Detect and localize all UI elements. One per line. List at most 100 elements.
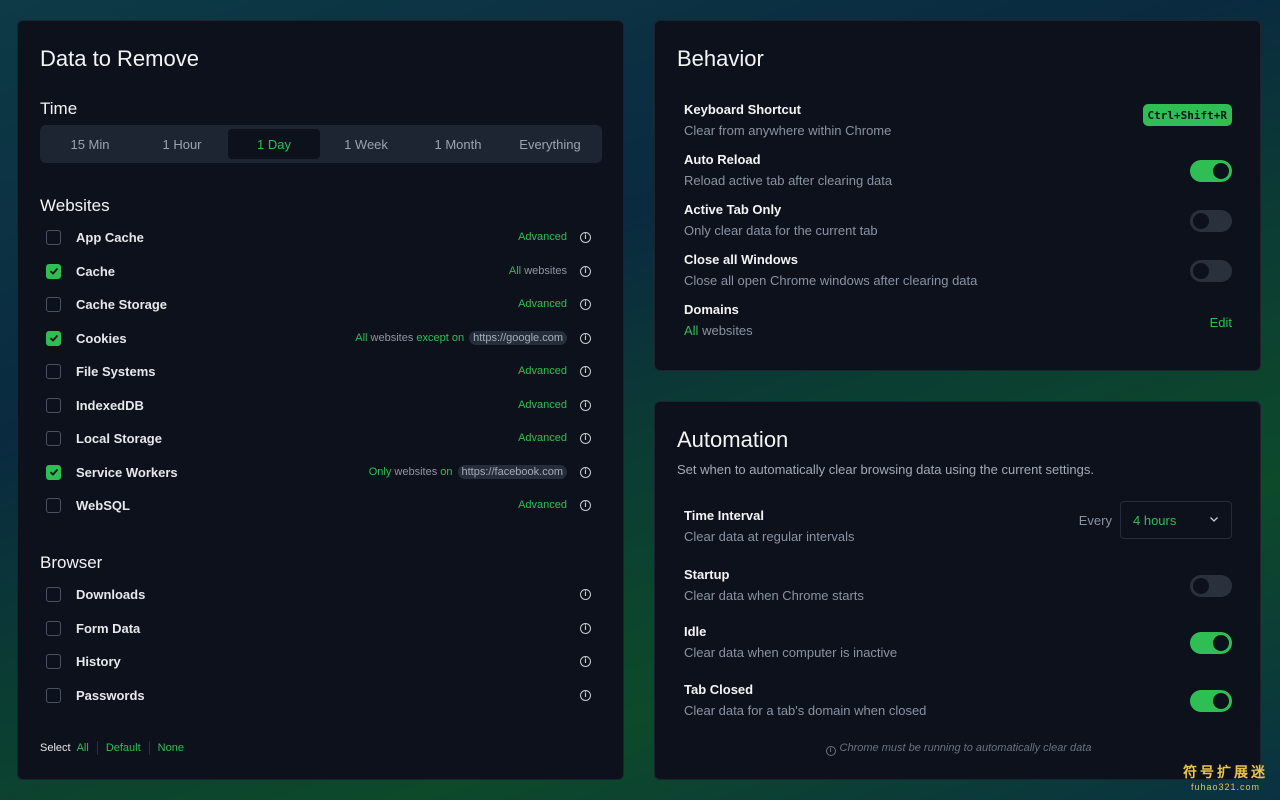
checkbox[interactable] — [46, 464, 61, 480]
checkbox[interactable] — [46, 330, 61, 346]
time-option-15-min[interactable]: 15 Min — [44, 129, 136, 159]
time-section-title: Time — [40, 99, 78, 118]
advanced-link[interactable]: Advanced — [518, 231, 567, 243]
time-option-1-day[interactable]: 1 Day — [228, 129, 320, 159]
checkbox[interactable] — [46, 229, 61, 245]
automation-note: i Chrome must be running to automatically… — [655, 742, 1262, 756]
website-item-indexeddb[interactable]: IndexedDB Advanced i — [46, 393, 591, 417]
data-to-remove-panel: Data to Remove Time 15 Min 1 Hour 1 Day … — [17, 20, 624, 780]
watermark-cn: 符号扩展迷 — [1183, 765, 1268, 781]
setting-startup: Startup Clear data when Chrome starts — [684, 567, 1232, 603]
browser-item-history[interactable]: History i — [46, 649, 591, 673]
time-range-selector: 15 Min 1 Hour 1 Day 1 Week 1 Month Every… — [40, 125, 602, 163]
scope-qualifier: on — [440, 466, 453, 478]
website-item-websql[interactable]: WebSQL Advanced i — [46, 493, 591, 517]
website-item-cache[interactable]: Cache All websites i — [46, 259, 591, 283]
setting-desc: Clear data when Chrome starts — [684, 588, 864, 603]
shortcut-key-badge[interactable]: Ctrl+Shift+R — [1142, 104, 1232, 126]
check-icon — [49, 468, 58, 476]
select-default-link[interactable]: Default — [98, 742, 149, 754]
scope-keyword: All — [355, 332, 368, 344]
website-item-local-storage[interactable]: Local Storage Advanced i — [46, 426, 591, 450]
select-none-link[interactable]: None — [150, 742, 192, 754]
info-icon[interactable]: i — [580, 466, 591, 478]
checkbox[interactable] — [46, 296, 61, 312]
interval-select[interactable]: 4 hours — [1120, 501, 1232, 539]
info-icon[interactable]: i — [580, 622, 591, 634]
browser-section-title: Browser — [40, 553, 103, 572]
info-icon[interactable]: i — [580, 298, 591, 310]
note-text: Chrome must be running to automatically … — [839, 742, 1092, 754]
setting-desc: Close all open Chrome windows after clea… — [684, 273, 978, 288]
item-label: Passwords — [76, 687, 145, 703]
info-icon[interactable]: i — [580, 432, 591, 444]
checkbox[interactable] — [46, 263, 61, 279]
startup-toggle[interactable] — [1190, 575, 1232, 597]
setting-title: Idle — [684, 624, 707, 639]
item-label: Downloads — [76, 586, 146, 602]
item-label: Local Storage — [76, 430, 162, 446]
checkbox[interactable] — [46, 620, 61, 636]
checkbox[interactable] — [46, 586, 61, 602]
website-item-file-systems[interactable]: File Systems Advanced i — [46, 359, 591, 383]
auto-reload-toggle[interactable] — [1190, 160, 1232, 182]
close-all-windows-toggle[interactable] — [1190, 260, 1232, 282]
panel-title: Behavior — [677, 46, 764, 71]
website-item-service-workers[interactable]: Service Workers Only websites on https:/… — [46, 460, 591, 484]
info-icon[interactable]: i — [580, 499, 591, 511]
info-icon[interactable]: i — [580, 231, 591, 243]
item-label: Cache — [76, 263, 116, 279]
url-chip: https://facebook.com — [457, 465, 567, 479]
time-option-1-month[interactable]: 1 Month — [412, 129, 504, 159]
domains-scope-text: websites — [702, 323, 753, 338]
checkbox[interactable] — [46, 363, 61, 379]
info-icon[interactable]: i — [580, 399, 591, 411]
advanced-link[interactable]: Advanced — [518, 499, 567, 511]
setting-desc: Clear data when computer is inactive — [684, 645, 898, 660]
tab-closed-toggle[interactable] — [1190, 690, 1232, 712]
item-label: Service Workers — [76, 464, 178, 480]
info-icon[interactable]: i — [580, 265, 591, 277]
scope-text: websites — [524, 265, 567, 277]
checkbox[interactable] — [46, 497, 61, 513]
checkbox[interactable] — [46, 430, 61, 446]
browser-item-passwords[interactable]: Passwords i — [46, 683, 591, 707]
info-icon[interactable]: i — [580, 332, 591, 344]
select-all-link[interactable]: All — [77, 742, 97, 754]
advanced-link[interactable]: Advanced — [518, 365, 567, 377]
setting-desc: Clear data for a tab's domain when close… — [684, 703, 927, 718]
panel-title: Automation — [677, 427, 789, 452]
setting-desc: Only clear data for the current tab — [684, 223, 878, 238]
chevron-down-icon — [1210, 517, 1218, 522]
website-item-cookies[interactable]: Cookies All websites except on https://g… — [46, 326, 591, 350]
setting-desc: Reload active tab after clearing data — [684, 173, 893, 188]
info-icon[interactable]: i — [580, 655, 591, 667]
browser-item-form-data[interactable]: Form Data i — [46, 616, 591, 640]
website-item-app-cache[interactable]: App Cache Advanced i — [46, 225, 591, 249]
item-label: History — [76, 653, 121, 669]
advanced-link[interactable]: Advanced — [518, 432, 567, 444]
setting-title: Active Tab Only — [684, 202, 782, 217]
domains-edit-link[interactable]: Edit — [1210, 315, 1232, 330]
info-icon[interactable]: i — [580, 365, 591, 377]
info-icon[interactable]: i — [580, 689, 591, 701]
info-icon[interactable]: i — [580, 588, 591, 600]
scope-text: websites — [394, 466, 438, 478]
checkbox[interactable] — [46, 397, 61, 413]
idle-toggle[interactable] — [1190, 632, 1232, 654]
checkbox[interactable] — [46, 653, 61, 669]
time-option-1-week[interactable]: 1 Week — [320, 129, 412, 159]
setting-idle: Idle Clear data when computer is inactiv… — [684, 624, 1232, 660]
website-item-cache-storage[interactable]: Cache Storage Advanced i — [46, 292, 591, 316]
setting-tab-closed: Tab Closed Clear data for a tab's domain… — [684, 682, 1232, 718]
scope-text: websites — [370, 332, 414, 344]
active-tab-only-toggle[interactable] — [1190, 210, 1232, 232]
time-option-1-hour[interactable]: 1 Hour — [136, 129, 228, 159]
checkbox[interactable] — [46, 687, 61, 703]
time-option-everything[interactable]: Everything — [504, 129, 596, 159]
setting-title: Close all Windows — [684, 252, 799, 267]
browser-item-downloads[interactable]: Downloads i — [46, 582, 591, 606]
advanced-link[interactable]: Advanced — [518, 298, 567, 310]
advanced-link[interactable]: Advanced — [518, 399, 567, 411]
behavior-panel: Behavior Keyboard Shortcut Clear from an… — [654, 20, 1261, 371]
